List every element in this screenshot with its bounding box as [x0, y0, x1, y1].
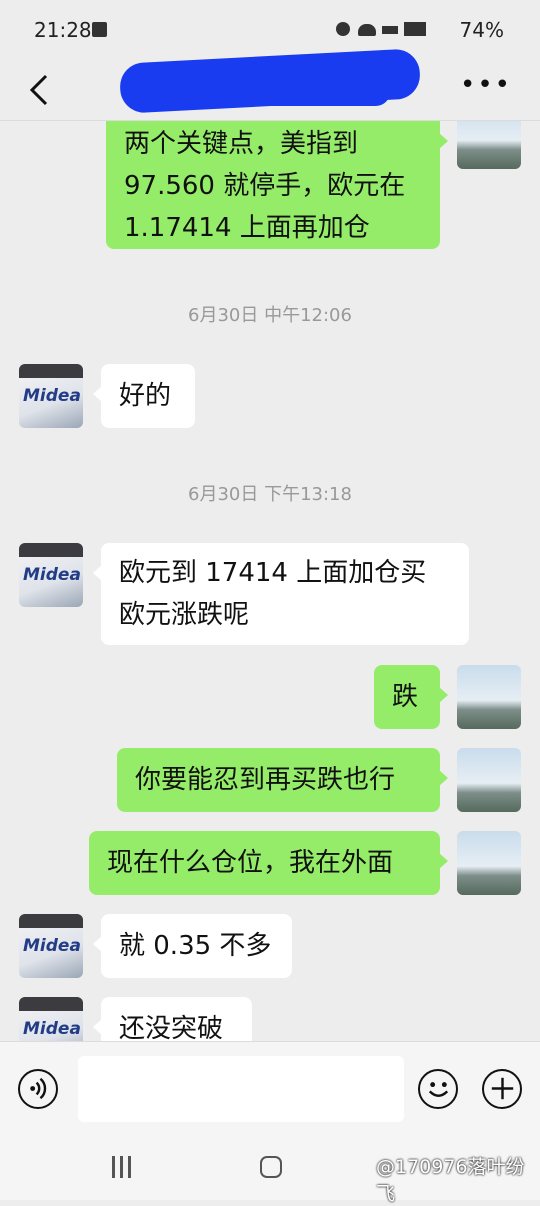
recents-icon[interactable]	[110, 1156, 134, 1178]
message-line: 好的	[119, 381, 172, 411]
timestamp: 6月30日 下午13:18	[188, 484, 352, 505]
message-line: 跌	[392, 682, 419, 712]
input-bar	[0, 1041, 540, 1137]
message-bubble[interactable]: 跌	[374, 665, 448, 729]
home-icon[interactable]	[260, 1156, 282, 1178]
message-bubble[interactable]: 两个关键点，美指到 97.560 就停手，欧元在 1.17414 上面再加仓	[106, 121, 448, 249]
message-line: 欧元涨跌呢	[119, 600, 250, 630]
contact-avatar[interactable]: Midea	[19, 543, 83, 607]
chevron-left-icon[interactable]	[26, 72, 54, 108]
my-avatar[interactable]	[457, 831, 521, 895]
ellipsis-icon[interactable]: •••	[460, 70, 512, 100]
my-avatar[interactable]	[457, 121, 521, 169]
emoji-icon[interactable]	[418, 1069, 458, 1109]
message-bubble[interactable]: 你要能忍到再买跌也行	[117, 748, 448, 812]
message-line: 现在什么仓位，我在外面	[107, 848, 394, 878]
contact-avatar[interactable]: Midea	[19, 914, 83, 978]
contact-avatar[interactable]: Midea	[19, 364, 83, 428]
contact-avatar[interactable]: Midea	[19, 997, 83, 1041]
message-line: 就 0.35 不多	[119, 931, 272, 961]
plus-icon[interactable]	[482, 1069, 522, 1109]
message-bubble[interactable]: 欧元到 17414 上面加仓买 欧元涨跌呢	[93, 543, 469, 645]
battery-level: 74%	[459, 18, 504, 42]
notification-icon	[92, 22, 107, 37]
my-avatar[interactable]	[457, 748, 521, 812]
my-avatar[interactable]	[457, 665, 521, 729]
watermark: @170976落叶纷飞	[376, 1156, 525, 1205]
status-bar: 21:28 74%	[0, 0, 540, 60]
message-bubble[interactable]: 现在什么仓位，我在外面	[89, 831, 448, 895]
message-bubble[interactable]: 还没突破	[93, 997, 252, 1041]
status-time: 21:28	[34, 18, 92, 42]
chat-area: 两个关键点，美指到 97.560 就停手，欧元在 1.17414 上面再加仓 6…	[0, 121, 540, 1041]
redaction-mark	[170, 78, 390, 106]
timestamp: 6月30日 中午12:06	[188, 305, 352, 326]
message-bubble[interactable]: 好的	[93, 364, 195, 428]
signal-icons	[336, 22, 432, 38]
message-input[interactable]	[78, 1056, 404, 1122]
message-line: 欧元到 17414 上面加仓买	[119, 558, 427, 588]
message-line: 还没突破	[119, 1014, 224, 1041]
message-line: 两个关键点，美指到	[124, 129, 359, 159]
message-line: 1.17414 上面再加仓	[124, 213, 370, 243]
message-bubble[interactable]: 就 0.35 不多	[93, 914, 292, 978]
message-line: 97.560 就停手，欧元在	[124, 171, 406, 201]
voice-icon[interactable]	[18, 1069, 58, 1109]
message-line: 你要能忍到再买跌也行	[135, 765, 396, 795]
